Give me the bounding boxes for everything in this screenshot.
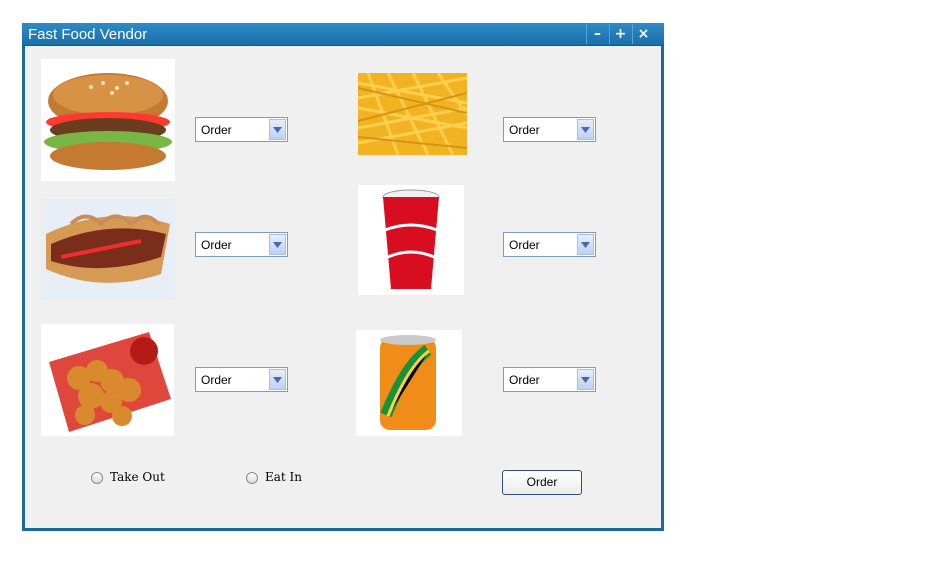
chevron-down-icon (577, 369, 594, 390)
burger-order-dropdown[interactable]: Order (195, 117, 288, 142)
dropdown-value: Order (201, 373, 232, 387)
eat-in-radio[interactable] (246, 472, 258, 484)
take-out-radio[interactable] (91, 472, 103, 484)
hotdog-image (41, 199, 175, 300)
chevron-down-icon (577, 119, 594, 140)
fries-order-dropdown[interactable]: Order (503, 117, 596, 142)
title-bar[interactable]: Fast Food Vendor – + × (22, 23, 664, 46)
cola-order-dropdown[interactable]: Order (503, 232, 596, 257)
dropdown-value: Order (509, 123, 540, 137)
app-window: Fast Food Vendor – + × Order Order Order… (22, 23, 664, 531)
maximize-icon: + (614, 26, 627, 42)
order-button[interactable]: Order (502, 470, 582, 495)
dropdown-value: Order (509, 373, 540, 387)
hotdog-order-dropdown[interactable]: Order (195, 232, 288, 257)
window-title: Fast Food Vendor (28, 26, 148, 43)
dropdown-value: Order (201, 238, 232, 252)
chicken-nuggets-order-dropdown[interactable]: Order (195, 367, 288, 392)
eat-in-label: Eat In (265, 470, 303, 484)
chevron-down-icon (269, 119, 286, 140)
close-button[interactable]: × (632, 24, 654, 44)
chevron-down-icon (269, 234, 286, 255)
burger-image (41, 59, 175, 181)
mirinda-order-dropdown[interactable]: Order (503, 367, 596, 392)
minimize-icon: – (594, 26, 601, 42)
minimize-button[interactable]: – (586, 24, 608, 44)
mirinda-image (356, 330, 462, 436)
take-out-label: Take Out (110, 470, 165, 484)
cola-image (358, 185, 464, 295)
chevron-down-icon (269, 369, 286, 390)
dropdown-value: Order (509, 238, 540, 252)
close-icon: × (637, 26, 650, 42)
fries-image (358, 73, 467, 155)
dropdown-value: Order (201, 123, 232, 137)
maximize-button[interactable]: + (609, 24, 631, 44)
chicken-nuggets-image (41, 324, 174, 436)
chevron-down-icon (577, 234, 594, 255)
